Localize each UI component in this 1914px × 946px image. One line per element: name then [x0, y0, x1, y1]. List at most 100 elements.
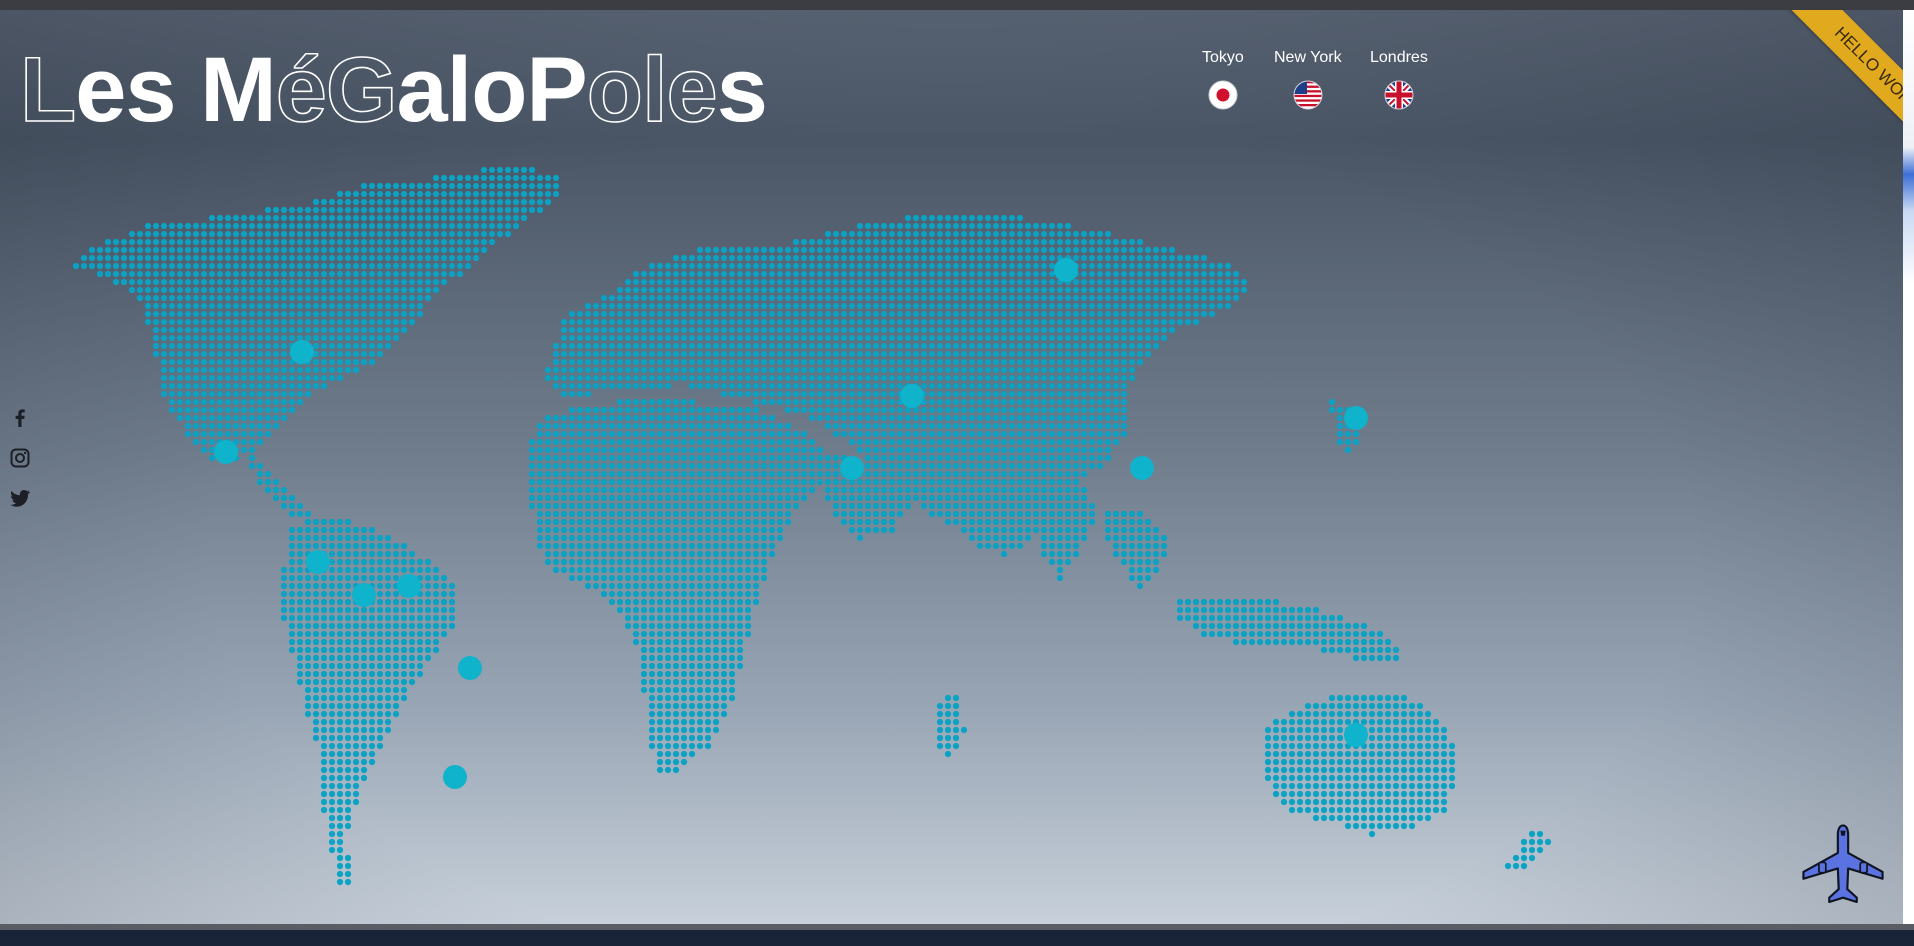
map-dot: [592, 366, 600, 374]
map-dot: [1088, 278, 1096, 286]
map-dot: [760, 398, 768, 406]
map-dot: [320, 246, 328, 254]
map-dot: [264, 222, 272, 230]
map-dot: [688, 686, 696, 694]
map-dot: [344, 726, 352, 734]
map-dot: [976, 230, 984, 238]
map-dot: [1056, 334, 1064, 342]
map-dot: [824, 366, 832, 374]
map-dot: [1392, 694, 1400, 702]
map-dot: [248, 414, 256, 422]
map-dot: [1240, 286, 1248, 294]
map-dot: [448, 222, 456, 230]
map-dot: [616, 406, 624, 414]
map-dot: [384, 694, 392, 702]
map-dot: [992, 214, 1000, 222]
map-dot: [712, 590, 720, 598]
map-dot: [1016, 222, 1024, 230]
map-dot: [1048, 438, 1056, 446]
map-dot: [1072, 358, 1080, 366]
map-dot: [320, 734, 328, 742]
map-dot: [728, 542, 736, 550]
map-dot: [1160, 254, 1168, 262]
map-dot: [904, 430, 912, 438]
map-dot: [200, 406, 208, 414]
map-dot: [1040, 374, 1048, 382]
map-dot: [1024, 510, 1032, 518]
map-dot: [376, 734, 384, 742]
map-dot: [592, 558, 600, 566]
map-dot: [1232, 614, 1240, 622]
map-dot: [408, 222, 416, 230]
map-dot: [272, 326, 280, 334]
map-dot: [960, 254, 968, 262]
map-dot: [1184, 294, 1192, 302]
map-dot: [632, 566, 640, 574]
map-dot: [328, 702, 336, 710]
map-dot: [1128, 318, 1136, 326]
map-dot: [720, 710, 728, 718]
map-dot: [392, 694, 400, 702]
map-dot: [648, 294, 656, 302]
map-dot: [720, 334, 728, 342]
map-dot: [968, 350, 976, 358]
map-dot: [1336, 622, 1344, 630]
map-dot: [640, 518, 648, 526]
map-dot: [800, 390, 808, 398]
map-dot: [992, 278, 1000, 286]
map-dot: [824, 414, 832, 422]
map-dot: [896, 262, 904, 270]
map-dot: [792, 382, 800, 390]
map-dot: [600, 374, 608, 382]
map-dot: [1120, 278, 1128, 286]
map-dot: [464, 238, 472, 246]
map-dot: [392, 622, 400, 630]
map-dot: [400, 230, 408, 238]
map-dot: [424, 598, 432, 606]
map-dot: [600, 478, 608, 486]
map-dot: [344, 366, 352, 374]
map-dot: [984, 502, 992, 510]
map-dot: [648, 454, 656, 462]
map-dot: [568, 342, 576, 350]
map-dot: [728, 422, 736, 430]
map-dot: [808, 470, 816, 478]
map-dot: [712, 478, 720, 486]
map-dot: [920, 310, 928, 318]
map-dot: [864, 286, 872, 294]
map-dot: [392, 270, 400, 278]
map-dot: [384, 662, 392, 670]
map-dot: [296, 550, 304, 558]
map-dot: [1128, 294, 1136, 302]
map-dot: [904, 270, 912, 278]
map-dot: [1040, 302, 1048, 310]
map-dot: [1328, 614, 1336, 622]
map-dot: [816, 254, 824, 262]
map-dot: [320, 542, 328, 550]
map-dot: [224, 230, 232, 238]
map-dot: [320, 622, 328, 630]
map-dot: [192, 310, 200, 318]
map-dot: [1096, 390, 1104, 398]
map-dot: [144, 278, 152, 286]
map-dot: [656, 358, 664, 366]
map-dot: [640, 414, 648, 422]
map-dot: [1160, 270, 1168, 278]
map-dot: [120, 246, 128, 254]
map-dot: [736, 414, 744, 422]
map-dot: [264, 318, 272, 326]
map-dot: [184, 350, 192, 358]
map-dot: [192, 334, 200, 342]
map-dot: [656, 478, 664, 486]
map-dot: [352, 734, 360, 742]
map-dot: [1328, 726, 1336, 734]
map-dot: [184, 422, 192, 430]
map-dot: [1048, 470, 1056, 478]
map-dot: [824, 350, 832, 358]
map-dot: [680, 622, 688, 630]
map-dot: [336, 374, 344, 382]
map-dot: [192, 246, 200, 254]
map-dot: [1376, 654, 1384, 662]
map-dot: [656, 486, 664, 494]
map-dot: [840, 246, 848, 254]
